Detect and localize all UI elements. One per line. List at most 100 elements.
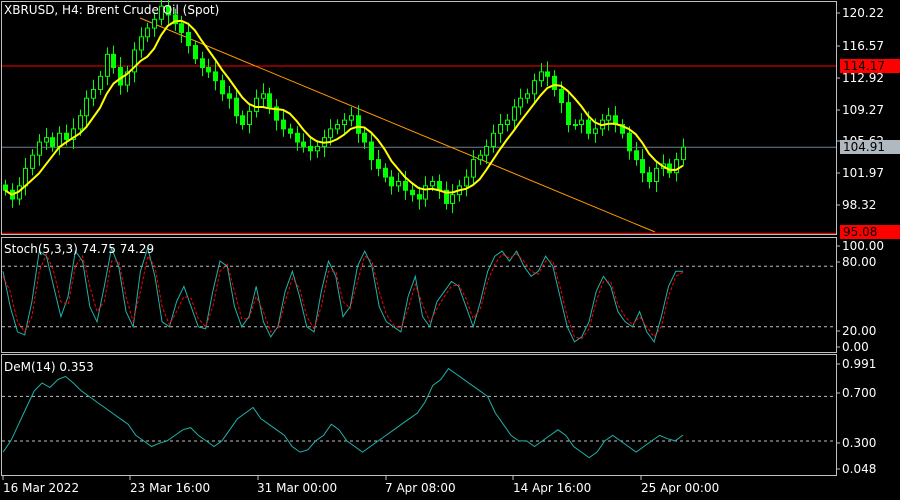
candle-body: [356, 115, 361, 134]
candle-body: [139, 36, 144, 51]
dem-tick: 0.048: [842, 462, 877, 476]
candle-body: [532, 80, 537, 95]
candle-body: [437, 181, 442, 191]
candle-body: [315, 145, 320, 152]
candle-body: [525, 93, 530, 99]
stoch-signal-line: [2, 252, 684, 340]
price-tick: 109.27: [842, 103, 884, 117]
time-tick: 14 Apr 16:00: [513, 481, 592, 495]
candle-body: [369, 141, 374, 161]
candle-body: [376, 159, 381, 169]
candle-body: [220, 80, 225, 95]
candle-body: [579, 119, 584, 126]
candle-body: [254, 97, 259, 112]
candle-body: [281, 119, 286, 130]
candle-body: [552, 75, 557, 90]
candle-body: [261, 93, 266, 99]
candle-body: [267, 93, 272, 108]
candle-body: [213, 71, 218, 82]
candle-body: [44, 137, 49, 143]
candle-body: [152, 18, 157, 29]
candle-body: [227, 93, 232, 99]
candle-body: [478, 154, 483, 161]
candle-body: [111, 53, 116, 69]
candle-body: [105, 53, 110, 77]
candle-body: [518, 97, 523, 108]
dem-tick: 0.300: [842, 436, 877, 450]
candle-body: [464, 176, 469, 187]
time-tick: 25 Apr 00:00: [641, 481, 720, 495]
candle-body: [450, 194, 455, 204]
candle-body: [193, 45, 198, 60]
candle-body: [640, 159, 645, 174]
stoch-tick: 80.00: [842, 255, 877, 269]
price-tick: 112.92: [842, 71, 884, 85]
candle-body: [471, 159, 476, 178]
candle-body: [627, 132, 632, 152]
candle-body: [295, 132, 300, 143]
candle-body: [288, 128, 293, 134]
candle-body: [3, 184, 8, 191]
candle-body: [206, 67, 211, 73]
candle-body: [240, 115, 245, 126]
time-tick: 23 Mar 16:00: [130, 481, 211, 495]
candle-body: [328, 128, 333, 139]
support-level-tag: 95.08: [840, 225, 900, 239]
candle-body: [410, 189, 415, 196]
candle-body: [512, 106, 517, 121]
candle-body: [417, 194, 422, 200]
candle-body: [362, 132, 367, 143]
candle-body: [145, 27, 150, 38]
candle-body: [498, 124, 503, 134]
candle-body: [403, 181, 408, 191]
candle-body: [335, 124, 340, 130]
candle-body: [423, 185, 428, 200]
candle-body: [349, 115, 354, 121]
stoch-tick: 20.00: [842, 324, 877, 338]
candle-body: [539, 71, 544, 82]
price-tick: 116.57: [842, 39, 884, 53]
candle-body: [396, 181, 401, 187]
candle-body: [593, 128, 598, 134]
candle-body: [430, 181, 435, 187]
candle-body: [57, 132, 62, 147]
candle-body: [50, 137, 55, 147]
candle-body: [566, 102, 571, 126]
candle-body: [342, 119, 347, 126]
moving-average-line: [4, 19, 684, 196]
time-tick: 16 Mar 2022: [3, 481, 80, 495]
candle-body: [186, 31, 191, 47]
dem-tick: 0.991: [842, 357, 877, 371]
candle-body: [179, 23, 184, 33]
candle-body: [545, 71, 550, 77]
resistance-level-tag: 114.17: [840, 59, 900, 73]
dem-tick: 0.700: [842, 386, 877, 400]
candle-body: [586, 119, 591, 134]
candle-body: [606, 115, 611, 121]
time-tick: 31 Mar 00:00: [257, 481, 338, 495]
dem-pane-frame: [1, 354, 837, 476]
price-tick: 98.32: [842, 198, 877, 212]
main-pane-title: XBRUSD, H4: Brent Crude Oil (Spot): [4, 3, 220, 17]
candle-body: [37, 141, 42, 156]
candle-body: [84, 97, 89, 117]
dem-pane-title: DeM(14) 0.353: [4, 360, 94, 374]
candle-body: [308, 145, 313, 152]
candle-body: [389, 176, 394, 187]
candle-body: [64, 132, 69, 140]
candle-body: [647, 172, 652, 183]
candle-body: [681, 146, 686, 161]
candle-body: [78, 115, 83, 130]
candle-body: [98, 75, 103, 90]
candle-body: [654, 167, 659, 183]
time-tick: 7 Apr 08:00: [385, 481, 456, 495]
candle-body: [247, 110, 252, 126]
candle-body: [301, 141, 306, 147]
price-tick: 101.97: [842, 166, 884, 180]
candle-body: [484, 145, 489, 156]
dem-line: [2, 367, 684, 459]
stoch-pane-title: Stoch(5,3,3) 74.75 74.29: [4, 242, 155, 256]
price-tick: 120.22: [842, 6, 884, 20]
current-price-tag: 104.91: [840, 140, 900, 154]
candle-body: [234, 97, 239, 117]
